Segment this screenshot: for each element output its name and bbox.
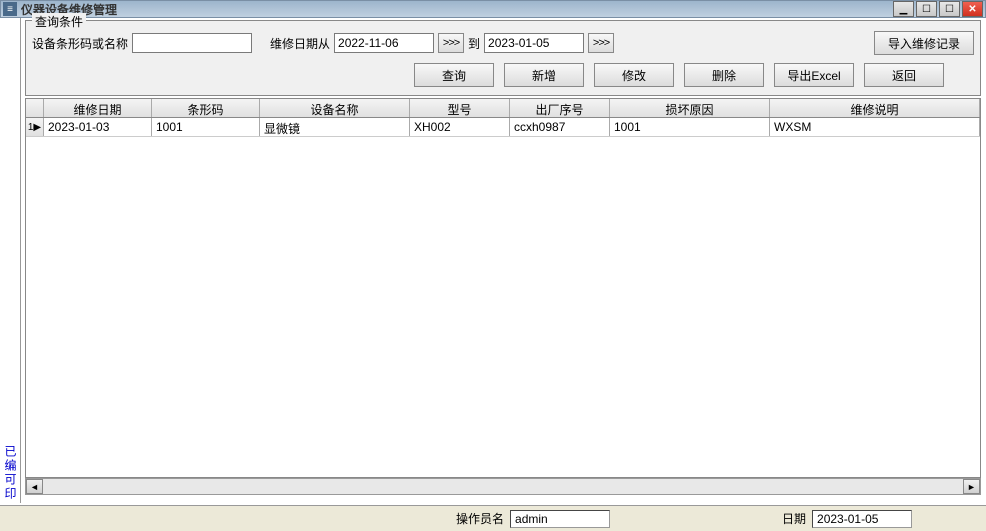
query-row-1: 设备条形码或名称 维修日期从 >>> 到 >>> 导入维修记录 (32, 31, 974, 55)
query-row-2: 查询 新增 修改 删除 导出Excel 返回 (32, 63, 974, 87)
col-header-desc[interactable]: 维修说明 (770, 99, 980, 117)
close-button[interactable]: ✕ (962, 1, 983, 17)
table-row[interactable]: 1▶ 2023-01-03 1001 显微镜 XH002 ccxh0987 10… (26, 118, 980, 137)
grid-header: 维修日期 条形码 设备名称 型号 出厂序号 损坏原因 维修说明 (26, 99, 980, 118)
status-date-label: 日期 (782, 510, 806, 527)
col-header-model[interactable]: 型号 (410, 99, 510, 117)
export-excel-button[interactable]: 导出Excel (774, 63, 854, 87)
grid-body[interactable]: 1▶ 2023-01-03 1001 显微镜 XH002 ccxh0987 10… (26, 118, 980, 477)
data-grid: 维修日期 条形码 设备名称 型号 出厂序号 损坏原因 维修说明 1▶ 2023-… (25, 98, 981, 478)
query-panel: 查询条件 设备条形码或名称 维修日期从 >>> 到 >>> 导入维修记录 查询 … (25, 20, 981, 96)
date-to-picker-button[interactable]: >>> (588, 33, 614, 53)
query-legend: 查询条件 (32, 13, 86, 30)
back-button[interactable]: 返回 (864, 63, 944, 87)
date-to-input[interactable] (484, 33, 584, 53)
col-header-barcode[interactable]: 条形码 (152, 99, 260, 117)
operator-value: admin (510, 510, 610, 528)
date-from-input[interactable] (334, 33, 434, 53)
cell-name[interactable]: 显微镜 (260, 118, 410, 136)
col-header-date[interactable]: 维修日期 (44, 99, 152, 117)
scroll-right-button[interactable]: ► (963, 479, 980, 494)
scroll-track[interactable] (43, 479, 963, 494)
col-header-name[interactable]: 设备名称 (260, 99, 410, 117)
cell-serial[interactable]: ccxh0987 (510, 118, 610, 136)
sidebar-vertical-text: 已编可印 (2, 445, 19, 501)
date-from-picker-button[interactable]: >>> (438, 33, 464, 53)
col-header-reason[interactable]: 损坏原因 (610, 99, 770, 117)
barcode-label: 设备条形码或名称 (32, 35, 128, 52)
minimize-button[interactable]: ▁ (893, 1, 914, 17)
status-bar: 操作员名 admin 日期 2023-01-05 (0, 505, 986, 531)
date-from-label: 维修日期从 (270, 35, 330, 52)
cell-barcode[interactable]: 1001 (152, 118, 260, 136)
window-title: 仪器设备维修管理 (21, 1, 891, 18)
restore-button[interactable]: ☐ (916, 1, 937, 17)
col-header-serial[interactable]: 出厂序号 (510, 99, 610, 117)
scroll-left-button[interactable]: ◄ (26, 479, 43, 494)
title-bar: ≡ 仪器设备维修管理 ▁ ☐ ☐ ✕ (0, 0, 986, 18)
horizontal-scrollbar[interactable]: ◄ ► (25, 478, 981, 495)
add-button[interactable]: 新增 (504, 63, 584, 87)
cell-desc[interactable]: WXSM (770, 118, 980, 136)
cell-reason[interactable]: 1001 (610, 118, 770, 136)
delete-button[interactable]: 删除 (684, 63, 764, 87)
status-date-value: 2023-01-05 (812, 510, 912, 528)
import-records-button[interactable]: 导入维修记录 (874, 31, 974, 55)
barcode-input[interactable] (132, 33, 252, 53)
row-indicator: 1▶ (26, 118, 44, 136)
system-menu-icon[interactable]: ≡ (3, 2, 17, 16)
main-area: 查询条件 设备条形码或名称 维修日期从 >>> 到 >>> 导入维修记录 查询 … (20, 18, 985, 503)
cell-model[interactable]: XH002 (410, 118, 510, 136)
query-button[interactable]: 查询 (414, 63, 494, 87)
edit-button[interactable]: 修改 (594, 63, 674, 87)
grid-corner (26, 99, 44, 117)
date-to-label: 到 (468, 35, 480, 52)
cell-date[interactable]: 2023-01-03 (44, 118, 152, 136)
maximize-button[interactable]: ☐ (939, 1, 960, 17)
operator-label: 操作员名 (456, 510, 504, 527)
